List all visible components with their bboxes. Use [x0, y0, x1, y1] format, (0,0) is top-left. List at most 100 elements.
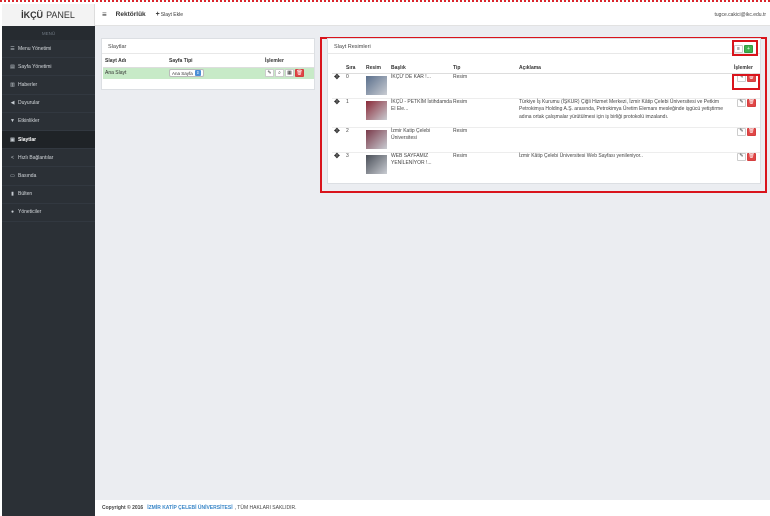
footer-link[interactable]: İZMİR KATİP ÇELEBİ ÜNİVERSİTESİ — [147, 505, 232, 511]
slide-thumbnail[interactable] — [366, 129, 387, 149]
edit-button[interactable]: ✎ — [265, 69, 274, 78]
title-cell: İKÇÜ - PETKİM İstihdamda El Ele... — [391, 97, 453, 127]
slide-thumbnail[interactable] — [366, 154, 387, 174]
col-title: Başlık — [391, 63, 453, 74]
trophy-icon: ▼ — [10, 118, 15, 125]
slides-panel-title: Slaytlar — [102, 39, 314, 54]
col-order: Sıra — [346, 63, 366, 74]
sidebar-item[interactable]: ● Yöneticiler — [2, 204, 95, 222]
slide-images-panel: Slayt Resimleri ≡ + Sıra Resim Başlık Tip… — [327, 38, 761, 184]
sidebar-item-label: Yöneticiler — [18, 209, 42, 216]
sidebar-item[interactable]: < Hızlı Bağlantılar — [2, 149, 95, 168]
edit-button[interactable]: ✎ — [737, 127, 746, 136]
actions-cell: ✎ 🗑 — [734, 97, 760, 127]
col-actions: İşlemler — [263, 56, 314, 68]
delete-button[interactable]: 🗑 — [747, 127, 756, 136]
slides-icon: ▣ — [10, 136, 15, 143]
bookmark-icon: ▮ — [11, 191, 14, 198]
sidebar-item[interactable]: ▼ Etkinlikler — [2, 113, 95, 131]
sidebar-item-label: Sayfa Yönetimi — [18, 63, 52, 70]
type-cell: Resim — [453, 72, 519, 98]
table-row[interactable]: ✥ 2 İzmir Katip Çelebi Üniversitesi Resim ✎ 🗑 — [332, 126, 760, 152]
image-cell — [366, 97, 391, 127]
bullhorn-icon: ◀ — [10, 100, 15, 107]
select-arrow-icon: ⇕ — [194, 70, 201, 77]
page-type-select[interactable]: Ana Sayfa ⇕ — [169, 69, 204, 78]
sidebar-item[interactable]: ☰ Menu Yönetimi — [2, 40, 95, 59]
sidebar-item[interactable]: ▮ Bülten — [2, 186, 95, 204]
sidebar-header: MENÜ — [2, 26, 95, 40]
table-row[interactable]: ✥ 0 İKÇÜ' DE KAR !... Resim ✎ 🗑 — [332, 72, 760, 98]
col-page-type: Sayfa Tipi — [167, 56, 263, 68]
col-type: Tip — [453, 63, 519, 74]
footer: Copyright © 2016 İZMİR KATİP ÇELEBİ ÜNİV… — [95, 500, 770, 516]
order-cell: 1 — [346, 97, 366, 127]
col-slide-name: Slayt Adı — [103, 56, 167, 68]
table-row[interactable]: ✥ 3 WEB SAYFAMIZ YENİLENİYOR !... Resim İzmi… — [332, 151, 760, 178]
order-cell: 3 — [346, 151, 366, 178]
description-cell — [519, 126, 734, 152]
move-handle-icon[interactable]: ✥ — [332, 151, 346, 178]
move-handle-icon[interactable]: ✥ — [332, 72, 346, 98]
slide-name: Ana Slayt — [103, 67, 167, 79]
brand-logo[interactable]: İKÇÜ PANEL — [2, 4, 95, 26]
sidebar-item[interactable]: ▤ Sayfa Yönetimi — [2, 58, 95, 77]
move-handle-icon[interactable]: ✥ — [332, 97, 346, 127]
slide-thumbnail[interactable] — [366, 75, 387, 95]
sidebar-item-label: Slaytlar — [18, 136, 37, 143]
highlight-box-row-actions — [732, 74, 760, 90]
col-image: Resim — [366, 63, 391, 74]
type-cell: Resim — [453, 97, 519, 127]
sidebar-menu: ☰ Menu Yönetimi ▤ Sayfa Yönetimi ▥ Haberler ◀ D… — [2, 40, 95, 222]
actions-cell: ✎ 🗑 — [734, 151, 760, 178]
list-button[interactable]: ▦ — [285, 69, 294, 78]
table-row[interactable]: ✥ 1 İKÇÜ - PETKİM İstihdamda El Ele... Resi… — [332, 97, 760, 127]
plus-icon: + — [155, 11, 160, 18]
share-icon: < — [11, 154, 14, 161]
user-email[interactable]: tugce.cakici@ikc.edu.tr — [715, 12, 766, 18]
sidebar-item-label: Etkinlikler — [18, 118, 40, 125]
description-cell: İzmir Kâtip Çelebi Üniversitesi Web Sayf… — [519, 151, 734, 178]
image-cell — [366, 72, 391, 98]
move-handle-icon[interactable]: ✥ — [332, 126, 346, 152]
brand-bold: İKÇÜ — [21, 10, 44, 20]
slide-images-title: Slayt Resimleri — [328, 39, 760, 54]
title-cell: İKÇÜ' DE KAR !... — [391, 72, 453, 98]
sidebar-item[interactable]: ▭ Basında — [2, 167, 95, 186]
col-actions: İşlemler — [734, 63, 760, 74]
sidebar-item-label: Duyurular — [18, 100, 40, 107]
actions-cell: ✎ ⌕ ▦ 🗑 — [263, 67, 314, 79]
table-row[interactable]: Ana Slayt Ana Sayfa ⇕ ✎ ⌕ ▦ 🗑 — [103, 67, 314, 79]
col-description: Açıklama — [519, 63, 734, 74]
sidebar-item[interactable]: ▣ Slaytlar — [2, 130, 95, 150]
add-slide-link[interactable]: + Slayt Ekle — [156, 11, 183, 18]
sidebar-item[interactable]: ▥ Haberler — [2, 76, 95, 95]
edit-button[interactable]: ✎ — [737, 152, 746, 161]
sidebar-item-label: Basında — [18, 172, 37, 179]
slide-thumbnail[interactable] — [366, 100, 387, 120]
delete-button[interactable]: 🗑 — [747, 98, 756, 107]
add-slide-label: Slayt Ekle — [160, 11, 183, 18]
description-cell — [519, 72, 734, 98]
search-button[interactable]: ⌕ — [275, 69, 284, 78]
image-cell — [366, 151, 391, 178]
type-cell: Resim — [453, 126, 519, 152]
sidebar-item[interactable]: ◀ Duyurular — [2, 95, 95, 113]
order-cell: 0 — [346, 72, 366, 98]
highlight-box-toolbar — [732, 40, 758, 56]
slides-panel: Slaytlar Slayt Adı Sayfa Tipi İşlemler A… — [101, 38, 315, 90]
hamburger-icon[interactable]: ≡ — [102, 10, 107, 19]
col-move — [332, 63, 346, 74]
user-icon: ● — [10, 209, 15, 216]
delete-button[interactable]: 🗑 — [747, 152, 756, 161]
sidebar-item-label: Haberler — [18, 81, 38, 88]
slide-images-table: Sıra Resim Başlık Tip Açıklama İşlemler … — [332, 63, 760, 178]
title-cell: İzmir Katip Çelebi Üniversitesi — [391, 126, 453, 152]
edit-button[interactable]: ✎ — [737, 98, 746, 107]
description-cell: Türkiye İş Kurumu (İŞKUR) Çiğli Hizmet M… — [519, 97, 734, 127]
delete-button[interactable]: 🗑 — [295, 69, 304, 78]
slide-images-body: ✥ 0 İKÇÜ' DE KAR !... Resim ✎ 🗑 ✥ 1 İKÇÜ - PETKİ… — [332, 72, 760, 178]
sidebar-item-label: Bülten — [18, 191, 33, 198]
image-cell — [366, 126, 391, 152]
sidebar-item-label: Menu Yönetimi — [18, 45, 52, 52]
